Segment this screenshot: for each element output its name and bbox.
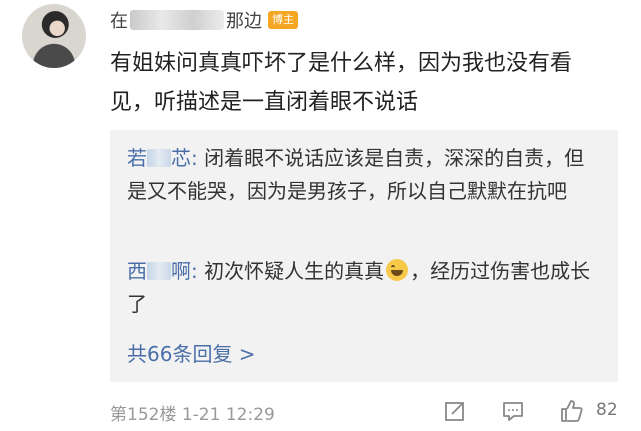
share-icon[interactable] bbox=[442, 398, 468, 424]
reply-item-2: 西啊: 初次怀疑人生的真真 ，经历过伤害也成长了 bbox=[127, 255, 597, 321]
post-text: 有姐妹问真真吓坏了是什么样，因为我也没有看见，听描述是一直闭着眼不说话 bbox=[110, 51, 573, 115]
floor-and-time: 第152楼 1-21 12:29 bbox=[110, 405, 275, 425]
like-count: 82 bbox=[596, 400, 618, 420]
reply-thread: 若芯: 闭着眼不说话应该是自责，深深的自责，但是又不能哭，因为是男孩子，所以自己… bbox=[110, 130, 618, 382]
reply-author-2-blur bbox=[147, 262, 171, 280]
author-badge: 博主 bbox=[268, 11, 298, 29]
comment-icon[interactable] bbox=[500, 398, 526, 424]
more-replies-link[interactable]: 共66条回复 > bbox=[127, 338, 256, 367]
author-name-suffix: 那边 bbox=[226, 11, 262, 32]
reply-author-1[interactable]: 若芯: bbox=[127, 146, 204, 170]
author-name-prefix: 在 bbox=[110, 11, 128, 32]
reply-text-2-before: 初次怀疑人生的真真 bbox=[204, 259, 385, 283]
author-name-blurred bbox=[130, 10, 224, 30]
post-author[interactable]: 在 那边 博主 bbox=[110, 8, 298, 32]
reply-author-2[interactable]: 西啊: bbox=[127, 259, 204, 283]
avatar[interactable] bbox=[22, 4, 86, 68]
laugh-cry-emoji-icon bbox=[386, 259, 409, 281]
thumbs-up-icon[interactable] bbox=[558, 398, 584, 424]
reply-author-1-blur bbox=[147, 149, 171, 167]
reply-item-1: 若芯: 闭着眼不说话应该是自责，深深的自责，但是又不能哭，因为是男孩子，所以自己… bbox=[127, 142, 597, 208]
